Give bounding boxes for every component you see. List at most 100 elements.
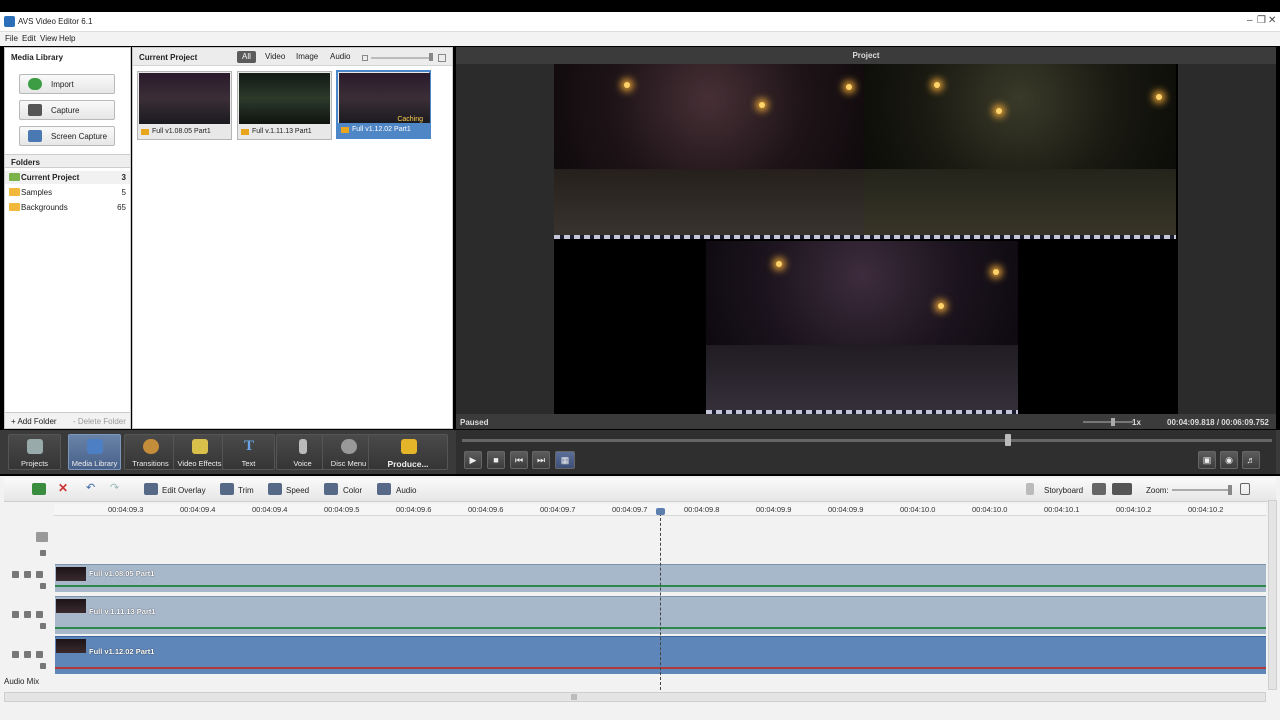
volume-icon[interactable]: ♬: [1242, 451, 1260, 469]
play-button[interactable]: ▶: [464, 451, 482, 469]
mute-icon[interactable]: [40, 623, 46, 629]
projects-button[interactable]: Projects: [8, 434, 61, 470]
filter-tab-audio[interactable]: Audio: [325, 51, 355, 63]
menu-view[interactable]: View: [40, 34, 57, 43]
folder-backgrounds[interactable]: Backgrounds 65: [5, 201, 130, 214]
timeline-toolbar: ✕ ↶ ↷ Edit Overlay Trim Speed Color Audi…: [4, 478, 1276, 502]
video-effects-icon: [192, 439, 208, 454]
video-clip-icon: [141, 129, 149, 135]
add-folder-button[interactable]: + Add Folder: [11, 417, 57, 426]
menu-file[interactable]: File: [5, 34, 18, 43]
video-effects-button[interactable]: Video Effects: [173, 434, 226, 470]
next-frame-button[interactable]: ⏭: [532, 451, 550, 469]
video-frame-3: [706, 241, 1018, 414]
clip-thumbnail[interactable]: Full v.1.11.13 Part1: [237, 71, 332, 140]
menu-bar: File Edit View Help: [0, 32, 1280, 46]
filter-tab-video[interactable]: Video: [260, 51, 290, 63]
fit-timeline-icon[interactable]: [1240, 483, 1250, 495]
zoom-slider[interactable]: [1172, 489, 1232, 491]
clip-thumbnail[interactable]: Full v1.08.05 Part1: [137, 71, 232, 140]
copy-icon[interactable]: [36, 651, 43, 658]
player-controls: ▶ ■ ⏮ ⏭ ▦ ▣ ◉ ♬: [456, 430, 1276, 474]
large-view-icon[interactable]: [438, 54, 446, 62]
produce-icon: [401, 439, 417, 454]
copy-icon[interactable]: [36, 571, 43, 578]
color-button[interactable]: Color: [343, 486, 362, 495]
mute-icon[interactable]: [40, 550, 46, 556]
delete-folder-button[interactable]: - Delete Folder: [73, 417, 126, 426]
menu-help[interactable]: Help: [59, 34, 75, 43]
lock-icon[interactable]: [24, 651, 31, 658]
produce-button[interactable]: Produce...: [368, 434, 448, 470]
video-frame-2: [864, 64, 1176, 239]
clip-thumbnail-selected[interactable]: Caching Full v1.12.02 Part1: [336, 70, 431, 139]
snapshot-icon[interactable]: ◉: [1220, 451, 1238, 469]
copy-icon[interactable]: [36, 611, 43, 618]
media-library-button[interactable]: Media Library: [68, 434, 121, 470]
text-icon: T: [243, 438, 254, 454]
undo-icon[interactable]: ↶: [86, 481, 100, 494]
seek-handle[interactable]: [1005, 434, 1011, 446]
storyboard-icon: [1026, 483, 1034, 495]
video-clip-icon: [241, 129, 249, 135]
visibility-icon[interactable]: [12, 651, 19, 658]
visibility-icon[interactable]: [12, 611, 19, 618]
restore-icon[interactable]: ❐: [1257, 15, 1266, 26]
previous-frame-button[interactable]: ⏮: [510, 451, 528, 469]
audio-button[interactable]: Audio: [396, 486, 416, 495]
speed-label: 1x: [1132, 418, 1141, 427]
redo-icon[interactable]: ↷: [110, 481, 124, 494]
folder-samples[interactable]: Samples 5: [5, 186, 130, 199]
audio-mix-toggle[interactable]: Audio Mix: [4, 677, 1266, 688]
mute-icon[interactable]: [40, 583, 46, 589]
clapper-icon[interactable]: [36, 532, 48, 542]
speed-slider[interactable]: [1083, 421, 1133, 423]
media-library-title: Media Library: [11, 53, 64, 62]
trim-button[interactable]: Trim: [238, 486, 254, 495]
minimize-icon[interactable]: –: [1247, 15, 1253, 26]
visibility-icon[interactable]: [12, 571, 19, 578]
stop-button[interactable]: ■: [487, 451, 505, 469]
vertical-scrollbar[interactable]: [1268, 500, 1277, 690]
delete-icon[interactable]: ✕: [58, 481, 72, 495]
capture-button[interactable]: Capture: [19, 100, 115, 120]
speed-button[interactable]: Speed: [286, 486, 309, 495]
import-button[interactable]: Import: [19, 74, 115, 94]
voice-over-icon[interactable]: [1092, 483, 1106, 495]
filter-tab-image[interactable]: Image: [291, 51, 323, 63]
storyboard-button[interactable]: Storyboard: [1044, 486, 1083, 495]
projects-icon: [27, 439, 43, 454]
text-button[interactable]: T Text: [222, 434, 275, 470]
folder-current-project[interactable]: Current Project 3: [5, 171, 130, 184]
zoom-label: Zoom:: [1146, 486, 1169, 495]
add-to-timeline-icon[interactable]: [32, 483, 46, 495]
filter-tab-all[interactable]: All: [237, 51, 256, 63]
small-view-icon[interactable]: [362, 55, 368, 61]
fullscreen-button[interactable]: ▦: [555, 451, 575, 469]
plus-circle-icon: [28, 78, 42, 90]
window-title: AVS Video Editor 6.1: [18, 17, 93, 26]
external-preview-button[interactable]: ▣: [1198, 451, 1216, 469]
edit-overlay-button[interactable]: Edit Overlay: [162, 486, 206, 495]
menu-edit[interactable]: Edit: [22, 34, 36, 43]
track-controls: [4, 609, 54, 633]
screen-capture-button[interactable]: Screen Capture: [19, 126, 115, 146]
playhead[interactable]: [656, 508, 665, 690]
zoom-slider-handle[interactable]: [1228, 485, 1232, 495]
close-icon[interactable]: ✕: [1268, 15, 1276, 26]
lock-icon[interactable]: [24, 571, 31, 578]
display-mode-icon[interactable]: [1112, 483, 1132, 495]
scroll-thumb[interactable]: [571, 694, 577, 700]
horizontal-scrollbar[interactable]: [4, 692, 1266, 702]
speed-slider-handle[interactable]: [1111, 418, 1115, 426]
transitions-button[interactable]: Transitions: [124, 434, 177, 470]
lock-icon[interactable]: [24, 611, 31, 618]
preview-status-bar: Paused 1x 00:04:09.818 / 00:06:09.752: [456, 414, 1276, 429]
seek-bar[interactable]: [462, 439, 1272, 442]
mute-icon[interactable]: [40, 663, 46, 669]
capture-icon: [28, 104, 42, 116]
preview-video[interactable]: [554, 64, 1178, 414]
playhead-handle[interactable]: [656, 508, 665, 515]
thumb-size-handle[interactable]: [429, 53, 433, 61]
thumb-size-slider[interactable]: [371, 57, 433, 59]
